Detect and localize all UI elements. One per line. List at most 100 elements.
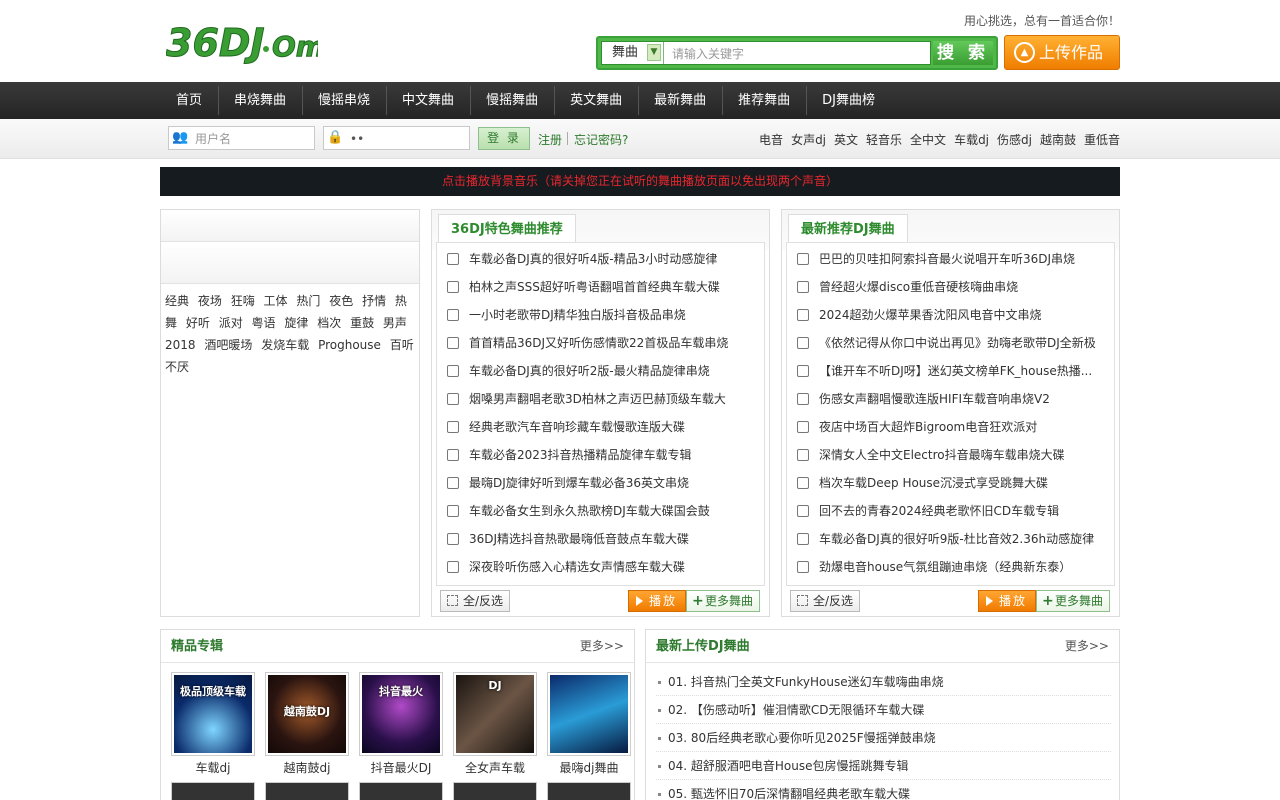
latest-play-button[interactable]: 播放 — [978, 590, 1037, 612]
upload-button[interactable]: ▲ 上传作品 — [1004, 35, 1120, 70]
new-uploads-more-link[interactable]: 更多>> — [1065, 630, 1109, 663]
nav-item[interactable]: 慢摇串烧 — [302, 82, 386, 119]
latest-title[interactable]: 最新推荐DJ舞曲 — [788, 214, 908, 243]
song-title-link[interactable]: 车载必备DJ真的很好听2版-最火精品旋律串烧 — [469, 364, 710, 378]
song-title-link[interactable]: 夜店中场百大超炸Bigroom电音狂欢派对 — [819, 420, 1037, 434]
song-checkbox[interactable] — [447, 281, 459, 293]
upload-item[interactable]: 02. 【伤感动听】催泪情歌CD无限循环车载大碟 — [656, 696, 1111, 724]
song-title-link[interactable]: 车载必备2023抖音热播精品旋律车载专辑 — [469, 448, 692, 462]
song-title-link[interactable]: 一小时老歌带DJ精华独白版抖音极品串烧 — [469, 308, 686, 322]
album-cover[interactable]: 越南鼓DJ — [265, 672, 349, 756]
album-caption[interactable]: 全女声车载 — [453, 759, 537, 776]
tag-link[interactable]: 重低音 — [1084, 131, 1120, 148]
tag-link[interactable]: 轻音乐 — [866, 131, 902, 148]
keyword-link[interactable]: 男声 — [383, 316, 407, 330]
song-title-link[interactable]: 伤感女声翻唱慢歌连版HIFI车载音响串烧V2 — [819, 392, 1050, 406]
song-checkbox[interactable] — [797, 421, 809, 433]
album-caption[interactable]: 最嗨dj舞曲 — [547, 759, 631, 776]
keyword-link[interactable]: 档次 — [317, 316, 341, 330]
featured-play-button[interactable]: 播放 — [628, 590, 687, 612]
song-checkbox[interactable] — [447, 449, 459, 461]
upload-item[interactable]: 01. 抖音热门全英文FunkyHouse迷幻车载嗨曲串烧 — [656, 668, 1111, 696]
song-checkbox[interactable] — [797, 393, 809, 405]
song-checkbox[interactable] — [447, 393, 459, 405]
upload-item[interactable]: 03. 80后经典老歌心要你听见2025F慢摇弹鼓串烧 — [656, 724, 1111, 752]
song-title-link[interactable]: 档次车载Deep House沉浸式享受跳舞大碟 — [819, 476, 1048, 490]
song-checkbox[interactable] — [797, 281, 809, 293]
keyword-link[interactable]: 狂嗨 — [231, 294, 255, 308]
song-title-link[interactable]: 《依然记得从你口中说出再见》劲嗨老歌带DJ全新极 — [819, 336, 1096, 350]
featured-more-button[interactable]: + 更多舞曲 — [686, 590, 761, 612]
song-checkbox[interactable] — [797, 477, 809, 489]
album-cover-partial[interactable] — [171, 782, 255, 800]
register-link[interactable]: 注册 — [538, 131, 562, 148]
album-card[interactable]: 抖音最火抖音最火DJ — [359, 672, 443, 776]
search-type-select[interactable]: 舞曲 ▼ — [602, 42, 664, 64]
song-title-link[interactable]: 车载必备DJ真的很好听4版-精品3小时动感旋律 — [469, 252, 717, 266]
song-title-link[interactable]: 2024超劲火爆苹果香沈阳风电音中文串烧 — [819, 308, 1042, 322]
song-title-link[interactable]: 最嗨DJ旋律好听到爆车载必备36英文串烧 — [469, 476, 689, 490]
album-card[interactable]: 最嗨dj舞曲 — [547, 672, 631, 776]
tag-link[interactable]: 车载dj — [954, 131, 989, 148]
latest-select-all-button[interactable]: 全/反选 — [790, 590, 861, 612]
chevron-down-icon[interactable]: ▼ — [647, 44, 661, 61]
album-card[interactable]: 越南鼓DJ 越南鼓dj — [265, 672, 349, 776]
song-title-link[interactable]: 回不去的青春2024经典老歌怀旧CD车载专辑 — [819, 504, 1059, 518]
song-checkbox[interactable] — [447, 337, 459, 349]
tag-link[interactable]: 伤感dj — [997, 131, 1032, 148]
song-checkbox[interactable] — [797, 309, 809, 321]
tag-link[interactable]: 英文 — [834, 131, 858, 148]
keyword-link[interactable]: 夜色 — [329, 294, 353, 308]
song-checkbox[interactable] — [447, 533, 459, 545]
upload-item[interactable]: 04. 超舒服酒吧电音House包房慢摇跳舞专辑 — [656, 752, 1111, 780]
song-checkbox[interactable] — [447, 365, 459, 377]
nav-item[interactable]: 串烧舞曲 — [218, 82, 302, 119]
album-cover[interactable]: DJ — [453, 672, 537, 756]
username-field[interactable]: 👥 用户名 — [168, 126, 315, 150]
password-field[interactable]: 🔒 •• — [323, 126, 470, 150]
keyword-link[interactable]: 热门 — [296, 294, 320, 308]
albums-more-link[interactable]: 更多>> — [580, 630, 624, 663]
song-title-link[interactable]: 柏林之声SSS超好听粤语翻唱首首经典车载大碟 — [469, 280, 720, 294]
album-cover[interactable]: 抖音最火 — [359, 672, 443, 756]
nav-item[interactable]: 英文舞曲 — [554, 82, 638, 119]
song-checkbox[interactable] — [797, 505, 809, 517]
album-caption[interactable]: 越南鼓dj — [265, 759, 349, 776]
song-title-link[interactable]: 【谁开车不听DJ呀】迷幻英文榜单FK_house热播... — [819, 364, 1092, 378]
keyword-link[interactable]: Proghouse — [318, 338, 381, 352]
tag-link[interactable]: 电音 — [759, 131, 783, 148]
song-checkbox[interactable] — [797, 561, 809, 573]
keyword-link[interactable]: 抒情 — [362, 294, 386, 308]
song-checkbox[interactable] — [797, 449, 809, 461]
keyword-link[interactable]: 派对 — [219, 316, 243, 330]
album-card[interactable]: DJ 全女声车载 — [453, 672, 537, 776]
forgot-password-link[interactable]: 忘记密码? — [574, 131, 628, 148]
featured-title[interactable]: 36DJ特色舞曲推荐 — [438, 214, 576, 243]
keyword-link[interactable]: 发烧车载 — [261, 338, 309, 352]
album-card[interactable]: 极品顶级车载车载dj — [171, 672, 255, 776]
featured-select-all-button[interactable]: 全/反选 — [440, 590, 511, 612]
song-title-link[interactable]: 深夜聆听伤感入心精选女声情感车载大碟 — [469, 560, 685, 574]
song-title-link[interactable]: 巴巴的贝哇扣阿索抖音最火说唱开车听36DJ串烧 — [819, 252, 1075, 266]
song-checkbox[interactable] — [447, 309, 459, 321]
nav-item[interactable]: 首页 — [160, 82, 218, 119]
album-cover[interactable]: 极品顶级车载 — [171, 672, 255, 756]
song-checkbox[interactable] — [797, 253, 809, 265]
nav-item[interactable]: 中文舞曲 — [386, 82, 470, 119]
song-checkbox[interactable] — [447, 421, 459, 433]
song-checkbox[interactable] — [797, 365, 809, 377]
site-logo[interactable]: 36DJ Om — [166, 16, 326, 66]
song-title-link[interactable]: 深情女人全中文Electro抖音最嗨车载串烧大碟 — [819, 448, 1065, 462]
upload-item[interactable]: 05. 甄选怀旧70后深情翻唱经典老歌车载大碟 — [656, 780, 1111, 800]
keyword-link[interactable]: 酒吧暖场 — [204, 338, 252, 352]
search-input[interactable]: 请输入关键字 — [672, 42, 744, 64]
song-checkbox[interactable] — [447, 253, 459, 265]
album-caption[interactable]: 抖音最火DJ — [359, 759, 443, 776]
album-caption[interactable]: 车载dj — [171, 759, 255, 776]
album-cover-partial[interactable] — [265, 782, 349, 800]
search-button[interactable]: 搜 索 — [933, 41, 993, 65]
nav-item[interactable]: DJ舞曲榜 — [806, 82, 891, 119]
keyword-link[interactable]: 经典 — [165, 294, 189, 308]
song-title-link[interactable]: 首首精品36DJ又好听伤感情歌22首极品车载串烧 — [469, 336, 728, 350]
song-checkbox[interactable] — [447, 477, 459, 489]
